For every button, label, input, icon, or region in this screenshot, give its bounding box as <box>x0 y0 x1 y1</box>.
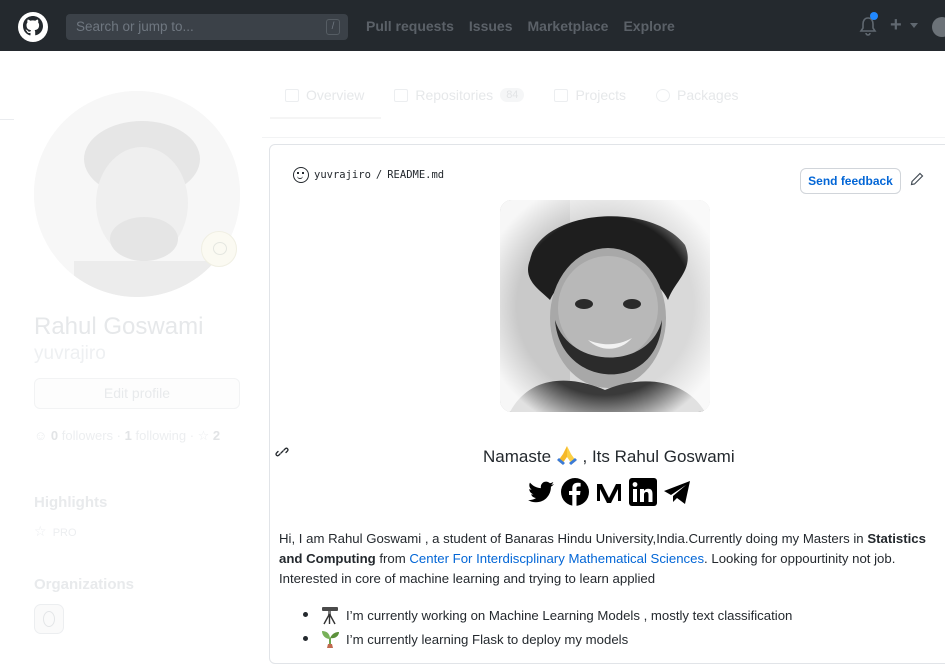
medium-icon[interactable] <box>594 477 624 507</box>
package-icon <box>656 88 671 102</box>
stars-count[interactable]: 2 <box>213 428 220 443</box>
plus-icon[interactable]: + <box>890 14 902 37</box>
tab-projects-label: Projects <box>575 87 627 103</box>
readme-file[interactable]: README.md <box>387 169 444 181</box>
readme-profile-photo <box>500 200 710 412</box>
nav-issues[interactable]: Issues <box>469 18 513 34</box>
tab-projects[interactable]: Projects <box>554 87 626 103</box>
profile-full-name: Rahul Goswami <box>34 313 204 340</box>
pro-badge: PRO <box>52 527 77 539</box>
tab-overview-label: Overview <box>306 87 365 103</box>
caret-down-icon[interactable] <box>910 23 918 28</box>
tab-repositories[interactable]: Repositories 84 <box>394 87 525 103</box>
speech-bubble-icon <box>213 242 227 255</box>
twitter-icon[interactable] <box>526 477 556 507</box>
highlights-title: Highlights <box>34 494 108 511</box>
send-feedback-button[interactable]: Send feedback <box>800 168 901 194</box>
edit-profile-button[interactable]: Edit profile <box>34 378 240 409</box>
sidebar-divider <box>0 119 14 120</box>
search-placeholder: Search or jump to... <box>76 19 194 34</box>
nav-explore[interactable]: Explore <box>623 18 674 34</box>
readme-greeting: Namaste , Its Rahul Goswami <box>483 445 735 467</box>
list-item-text: I’m currently working on Machine Learnin… <box>346 607 793 623</box>
following-count[interactable]: 1 <box>125 428 132 443</box>
org-logo-icon <box>43 611 55 627</box>
header-nav: Pull requests Issues Marketplace Explore <box>366 18 675 34</box>
profile-tabs: Overview Repositories 84 Projects Packag… <box>285 87 739 103</box>
list-item-text: I’m currently learning Flask to deploy m… <box>346 631 629 647</box>
readme-list: I’m currently working on Machine Learnin… <box>303 603 792 651</box>
readme-bio: Hi, I am Rahul Goswami , a student of Ba… <box>279 529 929 589</box>
tab-overview[interactable]: Overview <box>285 87 364 103</box>
nav-marketplace[interactable]: Marketplace <box>528 18 609 34</box>
project-icon <box>554 88 569 102</box>
bio-text-2: from <box>375 551 410 566</box>
bio-text-1: Hi, I am Rahul Goswami , a student of Ba… <box>279 531 868 546</box>
link-anchor-icon[interactable] <box>275 445 289 459</box>
tab-packages-label: Packages <box>677 87 739 103</box>
repo-icon <box>394 88 409 102</box>
organization-avatar[interactable] <box>34 604 64 634</box>
greeting-name: , Its Rahul Goswami <box>582 447 735 466</box>
readme-breadcrumb: yuvrajiro / README.md <box>293 167 444 183</box>
search-input[interactable]: Search or jump to... / <box>66 14 348 40</box>
telegram-icon[interactable] <box>662 477 692 507</box>
nav-pull-requests[interactable]: Pull requests <box>366 18 454 34</box>
repositories-count: 84 <box>500 88 525 102</box>
profile-avatar[interactable] <box>34 91 240 297</box>
notification-indicator <box>870 12 878 20</box>
star-outline-icon: ☆ <box>34 523 47 539</box>
bio-link-cims[interactable]: Center For Interdiscplinary Mathematical… <box>409 551 704 566</box>
facebook-icon[interactable] <box>560 477 590 507</box>
tab-repositories-label: Repositories <box>415 87 494 103</box>
readme-owner[interactable]: yuvrajiro <box>314 169 371 181</box>
linkedin-icon[interactable] <box>628 477 658 507</box>
star-icon: ☆ <box>197 428 210 443</box>
github-logo-icon[interactable] <box>17 11 49 43</box>
book-icon <box>285 88 299 102</box>
readme-separator: / <box>375 169 383 181</box>
set-status-button[interactable] <box>201 231 237 267</box>
tabs-divider <box>262 137 945 138</box>
followers-count[interactable]: 0 <box>51 428 58 443</box>
follow-stats: ☺ 0 followers · 1 following · ☆ 2 <box>34 428 221 443</box>
social-links <box>526 477 692 507</box>
profile-photo-faded <box>34 91 240 297</box>
telescope-icon <box>322 607 338 625</box>
search-shortcut-key: / <box>326 19 340 35</box>
list-item: I’m currently learning Flask to deploy m… <box>303 627 792 651</box>
smiley-icon <box>293 167 309 183</box>
profile-photo-illustration <box>500 200 710 412</box>
followers-label[interactable]: followers <box>62 428 113 443</box>
tab-packages[interactable]: Packages <box>656 87 739 103</box>
global-header: Search or jump to... / Pull requests Iss… <box>0 0 945 51</box>
organizations-title: Organizations <box>34 576 135 593</box>
active-tab-indicator <box>270 117 381 119</box>
list-item: I’m currently working on Machine Learnin… <box>303 603 792 627</box>
folded-hands-icon <box>556 446 577 465</box>
greeting-namaste: Namaste <box>483 447 552 466</box>
profile-username: yuvrajiro <box>34 343 106 364</box>
pencil-icon[interactable] <box>910 172 924 186</box>
people-icon: ☺ <box>34 428 48 443</box>
pro-highlight: ☆ PRO <box>34 523 77 540</box>
following-label[interactable]: following <box>135 428 186 443</box>
avatar-icon[interactable] <box>932 17 945 37</box>
seedling-icon <box>322 631 339 648</box>
